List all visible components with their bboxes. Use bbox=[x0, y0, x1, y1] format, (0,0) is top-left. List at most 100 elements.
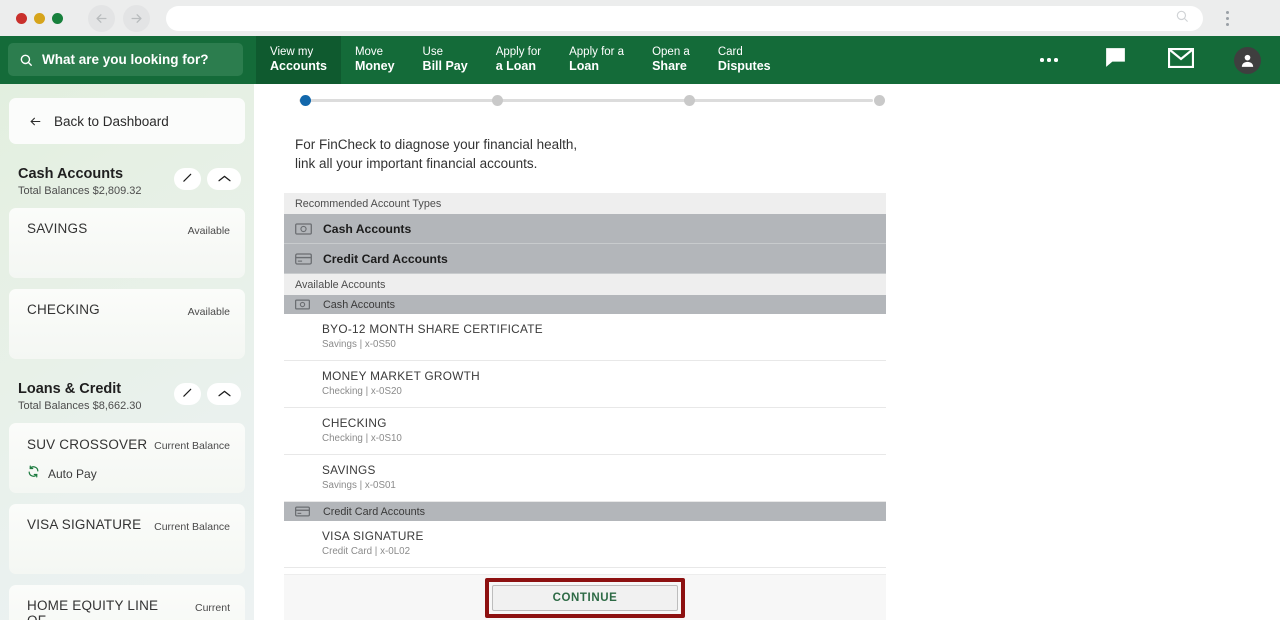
credit-card-icon bbox=[295, 252, 319, 265]
account-balance-label: Available bbox=[187, 225, 230, 237]
available-account-row[interactable]: CHECKING Checking | x-0S10 bbox=[284, 408, 886, 455]
stepper-dot-4[interactable] bbox=[874, 95, 885, 106]
nav-item-line1: Use bbox=[422, 46, 443, 58]
available-account-name: SAVINGS bbox=[322, 463, 376, 477]
nav-item-view-my-accounts[interactable]: View my Accounts bbox=[256, 36, 341, 84]
intro-text: For FinCheck to diagnose your financial … bbox=[284, 110, 886, 173]
account-balance-label: Current Balance bbox=[154, 440, 230, 452]
maximize-window-button[interactable] bbox=[52, 12, 63, 24]
nav-item-line2: Loan bbox=[569, 59, 599, 73]
sidebar-account-card-checking[interactable]: CHECKING Available bbox=[9, 289, 245, 359]
sidebar-account-card-visa-signature[interactable]: VISA SIGNATURE Current Balance bbox=[9, 504, 245, 574]
collapse-group-button[interactable] bbox=[207, 383, 241, 405]
recommended-type-label: Cash Accounts bbox=[323, 221, 412, 236]
available-account-meta: Credit Card | x-0L02 bbox=[322, 546, 411, 557]
sidebar-account-card-home-equity[interactable]: HOME EQUITY LINE OF... Current Balance bbox=[9, 585, 245, 620]
nav-item-card-disputes[interactable]: Card Disputes bbox=[704, 36, 785, 84]
available-group-cash-accounts[interactable]: Cash Accounts bbox=[284, 295, 886, 314]
search-input[interactable] bbox=[42, 52, 227, 67]
forward-button[interactable] bbox=[123, 4, 150, 32]
nav-item-line1: Open a bbox=[652, 46, 690, 58]
nav-item-open-a-share[interactable]: Open a Share bbox=[638, 36, 704, 84]
address-bar[interactable] bbox=[166, 5, 1203, 31]
profile-button[interactable] bbox=[1214, 36, 1280, 84]
panel-footer: CONTINUE bbox=[284, 574, 886, 620]
pencil-icon bbox=[182, 385, 193, 403]
banknote-icon bbox=[295, 299, 319, 310]
available-account-row[interactable]: BYO-12 MONTH SHARE CERTIFICATE Savings |… bbox=[284, 314, 886, 361]
nav-item-move-money[interactable]: Move Money bbox=[341, 36, 409, 84]
sidebar-account-card-savings[interactable]: SAVINGS Available bbox=[9, 208, 245, 278]
left-arrow-icon bbox=[28, 115, 43, 128]
sidebar-account-card-suv-crossover[interactable]: SUV CROSSOVER Auto Pay Current Balance bbox=[9, 423, 245, 493]
available-account-meta: Checking | x-0S10 bbox=[322, 433, 402, 444]
available-group-credit-card-accounts[interactable]: Credit Card Accounts bbox=[284, 502, 886, 521]
group-total-balance: Total Balances $2,809.32 bbox=[18, 185, 142, 197]
nav-item-line1: Apply for a bbox=[569, 46, 625, 58]
stepper-rail bbox=[299, 99, 873, 102]
main-content-area: For FinCheck to diagnose your financial … bbox=[254, 84, 1280, 620]
edit-group-button[interactable] bbox=[174, 383, 201, 405]
nav-item-line2: Money bbox=[354, 59, 395, 73]
messages-button[interactable] bbox=[1082, 36, 1148, 84]
recommended-type-credit-card-accounts[interactable]: Credit Card Accounts bbox=[284, 244, 886, 274]
available-group-label: Credit Card Accounts bbox=[323, 505, 426, 518]
pencil-icon bbox=[182, 170, 193, 188]
more-options-button[interactable] bbox=[1016, 36, 1082, 84]
edit-group-button[interactable] bbox=[174, 168, 201, 190]
recommended-type-cash-accounts[interactable]: Cash Accounts bbox=[284, 214, 886, 244]
nav-item-line1: View my bbox=[270, 46, 314, 58]
header-icon-group bbox=[1016, 36, 1280, 84]
stepper-dot-3[interactable] bbox=[684, 95, 695, 106]
auto-pay-label: Auto Pay bbox=[48, 467, 97, 481]
sidebar-group-cash-accounts: Cash Accounts Total Balances $2,809.32 bbox=[18, 166, 241, 197]
available-account-meta: Checking | x-0S20 bbox=[322, 386, 402, 397]
intro-line-1: For FinCheck to diagnose your financial … bbox=[295, 137, 578, 152]
stepper-dot-1[interactable] bbox=[300, 95, 311, 106]
browser-chrome bbox=[0, 0, 1280, 36]
chat-bubble-icon bbox=[1103, 45, 1128, 75]
nav-item-apply-for-a-loan-2[interactable]: Apply for a Loan bbox=[555, 36, 638, 84]
account-name: CHECKING bbox=[27, 302, 100, 317]
nav-item-line2: Share bbox=[652, 59, 687, 73]
site-search[interactable] bbox=[8, 43, 243, 76]
available-account-row[interactable]: SAVINGS Savings | x-0S01 bbox=[284, 455, 886, 502]
account-balance-label: Available bbox=[187, 306, 230, 318]
available-account-row[interactable]: MONEY MARKET GROWTH Checking | x-0S20 bbox=[284, 361, 886, 408]
search-icon bbox=[1175, 9, 1189, 28]
collapse-group-button[interactable] bbox=[207, 168, 241, 190]
onboarding-stepper bbox=[294, 92, 885, 110]
group-title: Loans & Credit bbox=[18, 381, 122, 397]
back-to-dashboard-label: Back to Dashboard bbox=[54, 113, 169, 129]
available-account-name: MONEY MARKET GROWTH bbox=[322, 369, 480, 383]
kebab-menu-icon[interactable] bbox=[1217, 5, 1237, 32]
available-account-row[interactable]: VISA SIGNATURE Credit Card | x-0L02 bbox=[284, 521, 886, 568]
available-account-name: CHECKING bbox=[322, 416, 387, 430]
accounts-sidebar: Back to Dashboard Cash Accounts Total Ba… bbox=[0, 84, 254, 620]
nav-item-use-bill-pay[interactable]: Use Bill Pay bbox=[409, 36, 482, 84]
chevron-up-icon bbox=[217, 170, 231, 188]
group-total-balance: Total Balances $8,662.30 bbox=[18, 400, 142, 412]
minimize-window-button[interactable] bbox=[34, 12, 45, 24]
back-to-dashboard-link[interactable]: Back to Dashboard bbox=[9, 98, 245, 144]
primary-navigation: View my Accounts Move Money Use Bill Pay… bbox=[256, 36, 785, 84]
envelope-icon bbox=[1167, 47, 1195, 73]
continue-button[interactable]: CONTINUE bbox=[492, 584, 678, 611]
available-account-meta: Savings | x-0S01 bbox=[322, 480, 396, 491]
chevron-up-icon bbox=[217, 385, 231, 403]
mail-button[interactable] bbox=[1148, 36, 1214, 84]
group-title: Cash Accounts bbox=[18, 166, 124, 182]
close-window-button[interactable] bbox=[16, 12, 27, 24]
nav-item-line2: Accounts bbox=[270, 59, 327, 73]
sidebar-group-loans-credit: Loans & Credit Total Balances $8,662.30 bbox=[18, 381, 241, 412]
auto-pay-indicator: Auto Pay bbox=[27, 465, 147, 483]
account-name: HOME EQUITY LINE OF... bbox=[27, 598, 159, 620]
nav-item-apply-for-a-loan[interactable]: Apply for a Loan bbox=[482, 36, 555, 84]
account-name: SAVINGS bbox=[27, 221, 88, 236]
back-button[interactable] bbox=[88, 4, 115, 32]
available-accounts-header: Available Accounts bbox=[284, 274, 886, 295]
browser-nav-arrows bbox=[88, 4, 150, 32]
stepper-dot-2[interactable] bbox=[492, 95, 503, 106]
recurring-icon bbox=[27, 465, 40, 483]
account-balance-label: Current Balance bbox=[194, 602, 230, 614]
